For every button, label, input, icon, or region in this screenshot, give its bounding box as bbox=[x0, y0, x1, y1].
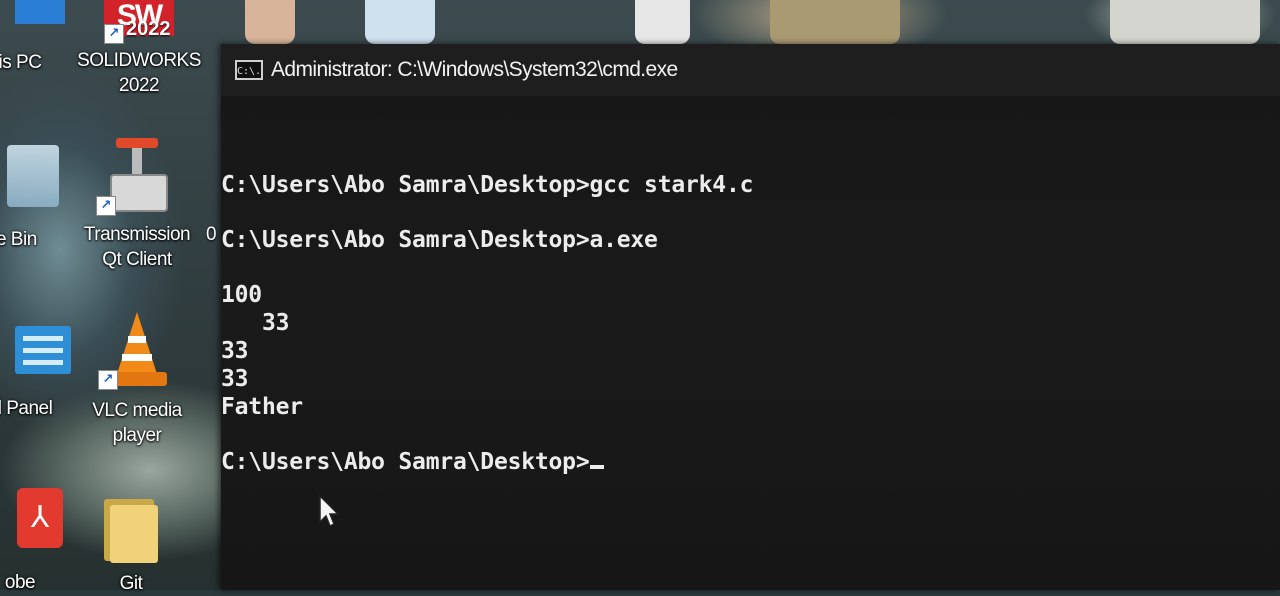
console-line: 33 bbox=[221, 366, 249, 392]
transmission-icon: ↗ bbox=[96, 138, 170, 216]
cmd-icon: C:\. bbox=[235, 60, 263, 80]
desktop-icon-solidworks[interactable]: SW 2022 ↗ SOLIDWORKS 2022 bbox=[74, 0, 204, 98]
computer-icon bbox=[15, 0, 65, 24]
mouse-pointer-icon bbox=[319, 494, 340, 528]
shortcut-arrow-icon: ↗ bbox=[96, 196, 116, 216]
control-panel-icon bbox=[15, 326, 71, 374]
desktop-icon-label: cle Bin bbox=[0, 229, 37, 250]
wallpaper-detail bbox=[245, 0, 295, 44]
solidworks-year: 2022 bbox=[126, 18, 171, 40]
shortcut-arrow-icon: ↗ bbox=[104, 24, 124, 44]
wallpaper-detail bbox=[1110, 0, 1260, 44]
desktop-icon-transmission[interactable]: ↗ Transmission Qt Client bbox=[72, 138, 202, 272]
window-title: Administrator: C:\Windows\System32\cmd.e… bbox=[271, 58, 678, 81]
desktop-icon-label: Git bbox=[119, 573, 143, 594]
desktop-icon-label: SOLIDWORKS 2022 bbox=[77, 50, 201, 96]
prompt-text: C:\Users\Abo Samra\Desktop> bbox=[221, 449, 590, 475]
desktop-icon-git[interactable]: Git bbox=[66, 495, 196, 596]
shortcut-arrow-icon: ↗ bbox=[98, 370, 118, 390]
desktop-icon-this-pc[interactable]: is PC bbox=[0, 0, 85, 75]
window-titlebar[interactable]: C:\. Administrator: C:\Windows\System32\… bbox=[221, 44, 1280, 96]
console-line: 100 bbox=[221, 282, 262, 308]
wallpaper-detail bbox=[770, 0, 900, 44]
desktop-icon-label: VLC media player bbox=[92, 400, 182, 446]
console-line: Father bbox=[221, 394, 303, 420]
console-line: C:\Users\Abo Samra\Desktop>a.exe bbox=[221, 227, 658, 253]
console-line: C:\Users\Abo Samra\Desktop>gcc stark4.c bbox=[221, 172, 754, 198]
desktop-icon-label: is PC bbox=[0, 52, 42, 73]
recycle-bin-icon bbox=[7, 145, 59, 207]
cmd-window[interactable]: C:\. Administrator: C:\Windows\System32\… bbox=[221, 44, 1280, 590]
stray-label: 0 bbox=[206, 224, 217, 245]
desktop-icon-label: Transmission Qt Client bbox=[83, 224, 191, 270]
wallpaper-detail bbox=[635, 0, 690, 44]
console-line: 33 bbox=[221, 310, 290, 336]
text-cursor bbox=[590, 465, 605, 469]
desktop-icon-vlc[interactable]: ↗ VLC media player bbox=[72, 312, 202, 448]
wallpaper-detail bbox=[365, 0, 435, 44]
folder-icon bbox=[104, 495, 158, 563]
prompt-line[interactable]: C:\Users\Abo Samra\Desktop> bbox=[221, 449, 605, 475]
desktop-icon-recycle-bin[interactable]: cle Bin bbox=[0, 145, 75, 252]
pdf-icon: ⅄ bbox=[17, 488, 63, 548]
vlc-icon: ↗ bbox=[98, 312, 172, 390]
console-line: 33 bbox=[221, 338, 249, 364]
console-output[interactable]: C:\Users\Abo Samra\Desktop>gcc stark4.c … bbox=[221, 96, 1280, 590]
